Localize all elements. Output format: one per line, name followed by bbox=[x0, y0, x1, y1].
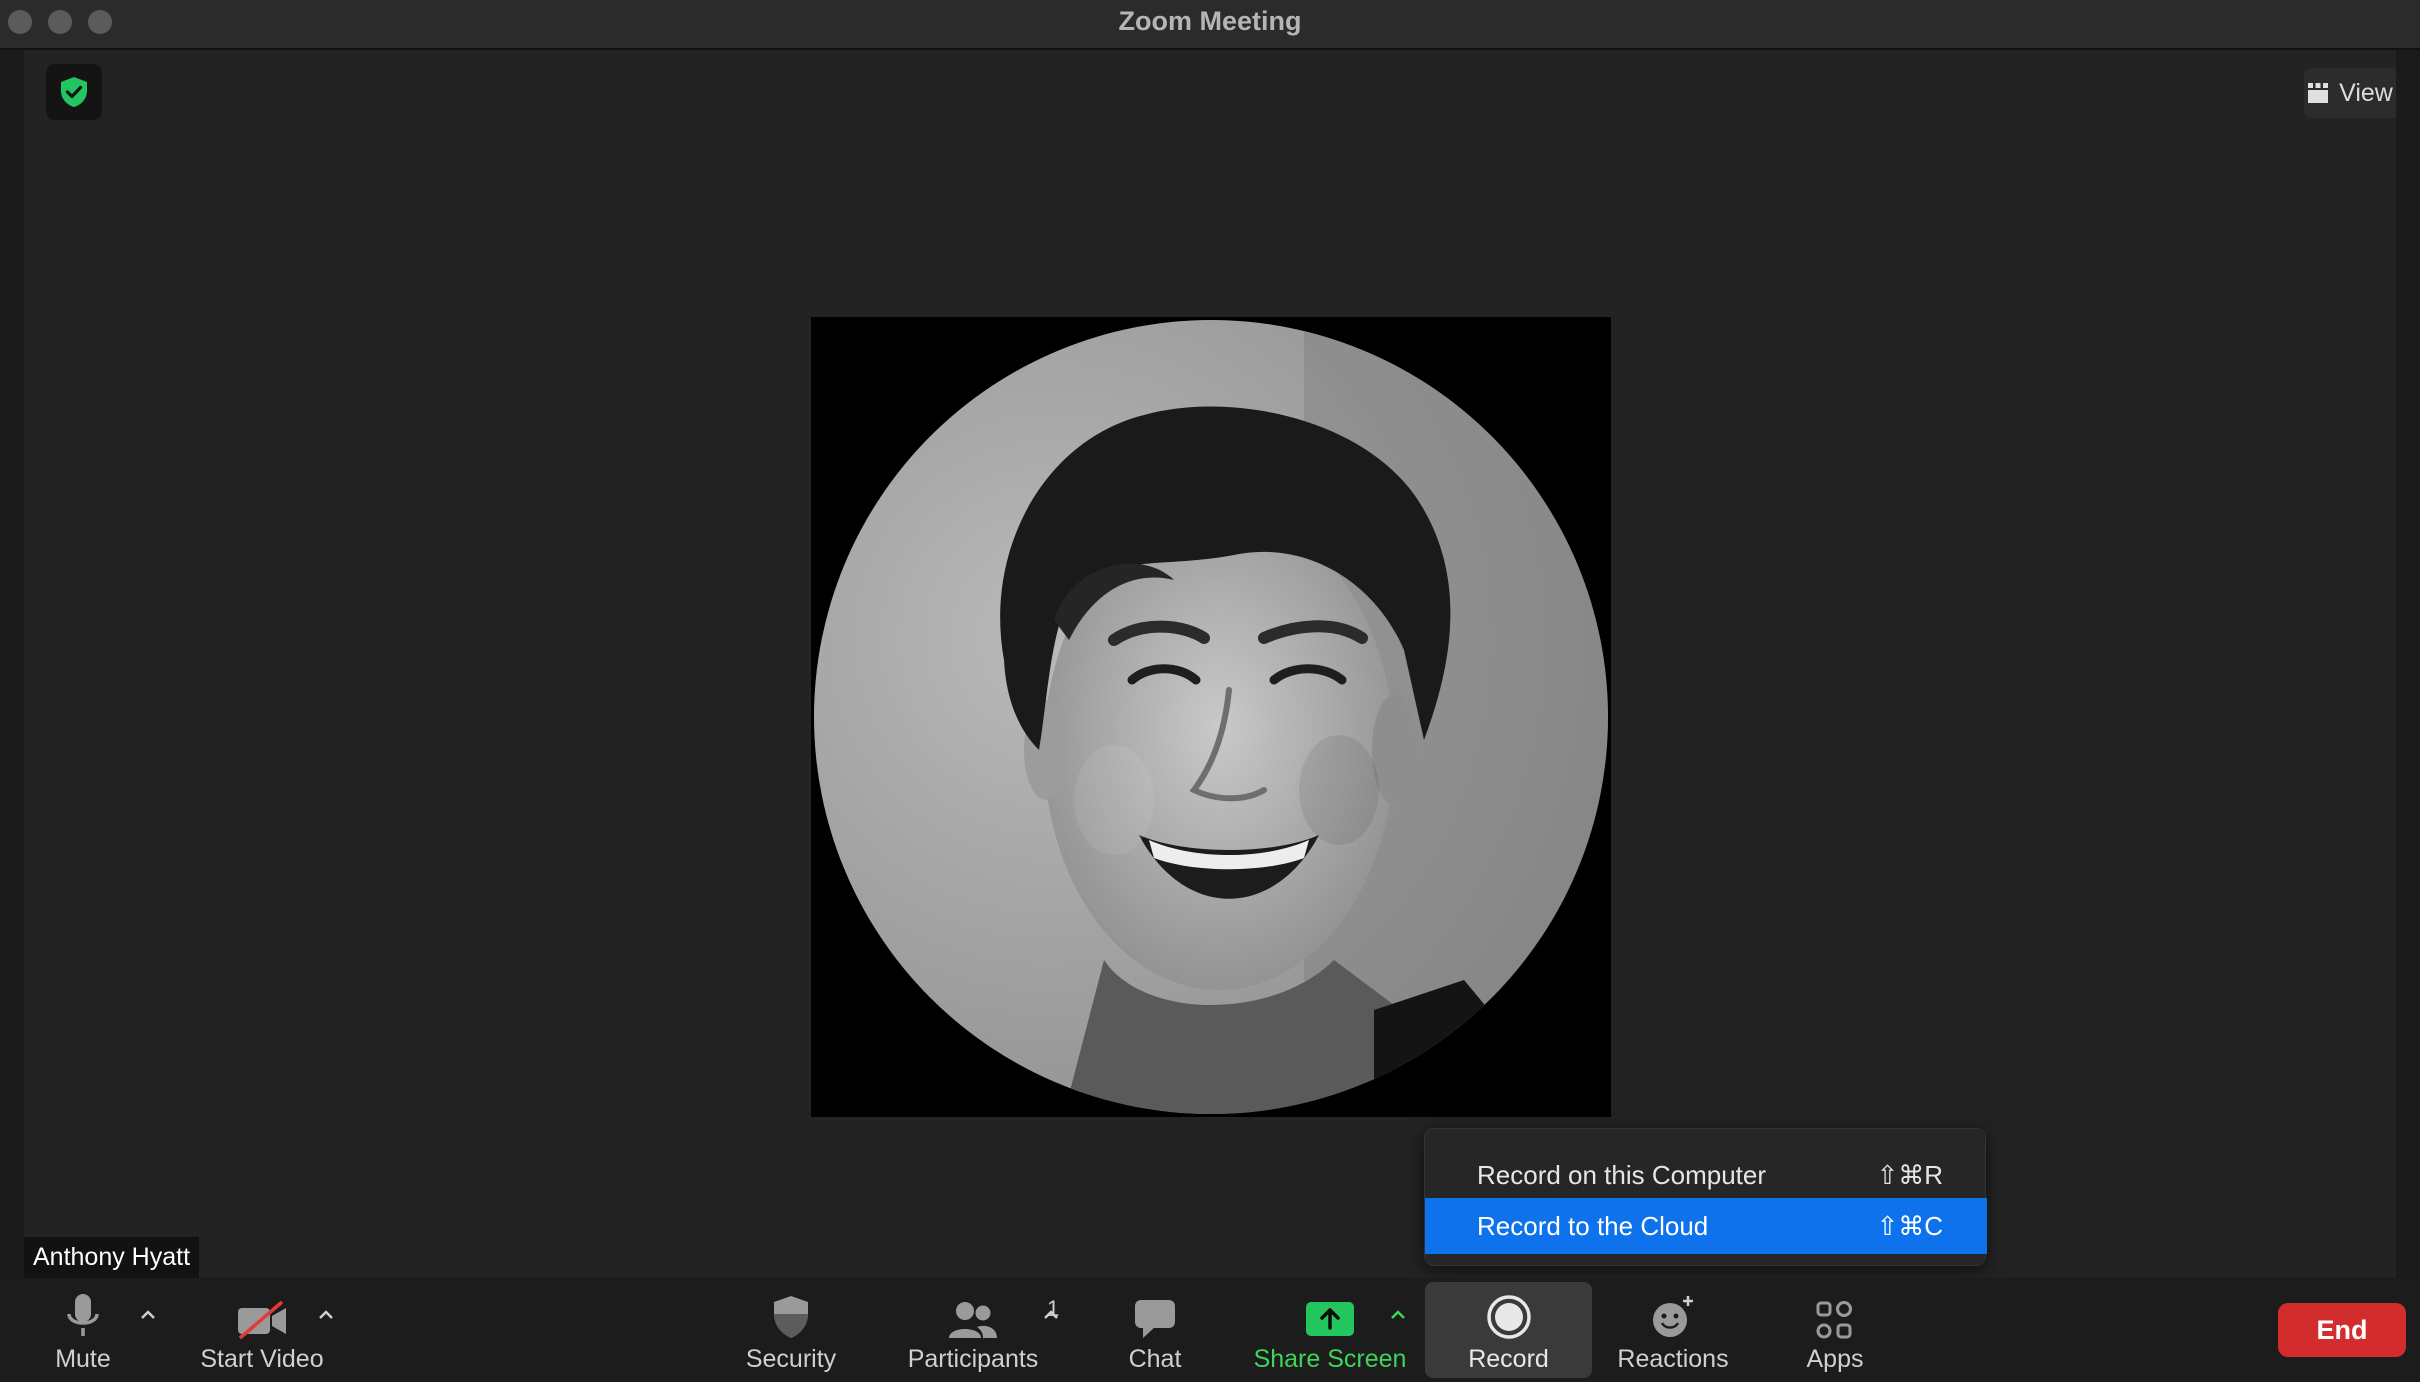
menu-item-label: Record on this Computer bbox=[1477, 1159, 1767, 1190]
security-button[interactable]: Security bbox=[741, 1278, 841, 1382]
meeting-toolbar: Mute Start Video Security 1 Participants… bbox=[0, 1278, 2420, 1382]
menu-item-shortcut: ⇧⌘C bbox=[1876, 1210, 1943, 1241]
chevron-up-icon bbox=[141, 1310, 155, 1319]
share-screen-label: Share Screen bbox=[1253, 1345, 1407, 1373]
menu-item-shortcut: ⇧⌘R bbox=[1876, 1159, 1943, 1190]
shield-icon bbox=[774, 1296, 808, 1338]
participant-name-tag: Anthony Hyatt bbox=[24, 1237, 200, 1278]
menu-item-label: Record to the Cloud bbox=[1477, 1210, 1709, 1241]
participants-label: Participants bbox=[907, 1345, 1039, 1373]
chat-icon bbox=[1135, 1300, 1175, 1338]
menu-item-record-computer[interactable]: Record on this Computer ⇧⌘R bbox=[1425, 1147, 1987, 1203]
reactions-label: Reactions bbox=[1617, 1345, 1729, 1373]
record-menu: Record on this Computer ⇧⌘R Record to th… bbox=[1424, 1128, 1987, 1266]
chevron-up-icon bbox=[319, 1310, 333, 1319]
reactions-icon bbox=[1653, 1296, 1693, 1337]
end-meeting-button[interactable]: End bbox=[2278, 1303, 2406, 1357]
window-title: Zoom Meeting bbox=[1118, 6, 1302, 36]
chat-label: Chat bbox=[1128, 1345, 1182, 1373]
mute-label: Mute bbox=[55, 1345, 111, 1373]
participants-icon bbox=[949, 1302, 997, 1338]
mute-button[interactable]: Mute bbox=[40, 1278, 126, 1382]
microphone-icon bbox=[67, 1294, 99, 1336]
participant-video bbox=[811, 317, 1611, 1117]
menu-item-record-cloud[interactable]: Record to the Cloud ⇧⌘C bbox=[1425, 1198, 1987, 1254]
security-label: Security bbox=[745, 1345, 837, 1373]
chevron-up-icon bbox=[1391, 1310, 1405, 1319]
share-options-chevron[interactable] bbox=[1387, 1304, 1409, 1326]
record-label: Record bbox=[1468, 1345, 1549, 1373]
video-options-chevron[interactable] bbox=[315, 1304, 337, 1326]
title-bar: Zoom Meeting bbox=[0, 0, 2420, 50]
chat-button[interactable]: Chat bbox=[1115, 1278, 1195, 1382]
start-video-button[interactable]: Start Video bbox=[195, 1278, 329, 1382]
reactions-button[interactable]: Reactions bbox=[1615, 1278, 1731, 1382]
participants-options-chevron[interactable] bbox=[1040, 1304, 1062, 1326]
apps-icon bbox=[1816, 1301, 1852, 1339]
chevron-up-icon bbox=[1044, 1310, 1058, 1319]
meeting-stage: View Anthony Hyatt bbox=[24, 50, 2396, 1278]
profile-photo bbox=[814, 320, 1608, 1114]
grid-view-icon bbox=[2308, 83, 2329, 103]
apps-label: Apps bbox=[1806, 1345, 1864, 1373]
share-screen-icon bbox=[1306, 1302, 1354, 1336]
video-off-icon bbox=[238, 1300, 286, 1340]
apps-button[interactable]: Apps bbox=[1795, 1278, 1875, 1382]
view-button[interactable]: View bbox=[2304, 68, 2396, 118]
record-icon bbox=[1486, 1295, 1531, 1339]
start-video-label: Start Video bbox=[200, 1345, 324, 1373]
participants-button[interactable]: 1 Participants bbox=[905, 1278, 1060, 1382]
view-label: View bbox=[2339, 78, 2393, 107]
audio-options-chevron[interactable] bbox=[137, 1304, 159, 1326]
share-screen-button[interactable]: Share Screen bbox=[1252, 1278, 1408, 1382]
meeting-info-button[interactable] bbox=[46, 64, 102, 120]
record-button[interactable]: Record bbox=[1425, 1278, 1592, 1382]
shield-check-icon bbox=[61, 77, 87, 107]
